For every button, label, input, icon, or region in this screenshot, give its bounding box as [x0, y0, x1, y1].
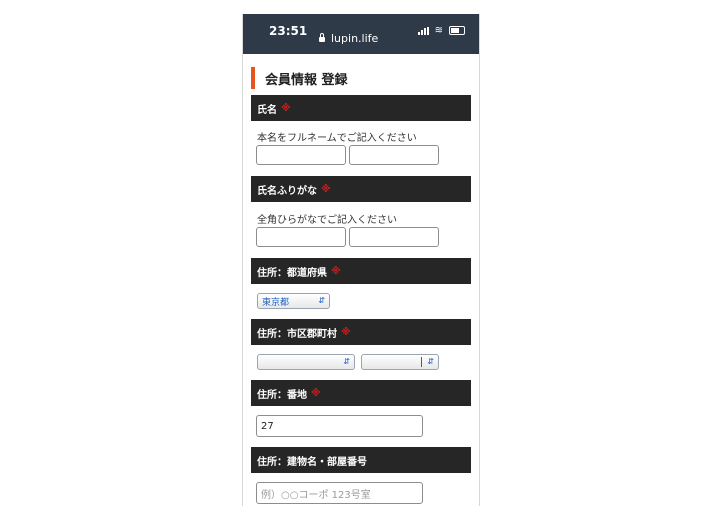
- system-indicators: ≋: [417, 25, 465, 36]
- required-mark: ※: [311, 387, 321, 399]
- kana-hint: 全角ひらがなでご記入ください: [257, 215, 397, 226]
- section-header-prefecture: 住所：都道府県 ※: [251, 258, 471, 284]
- browser-status-bar: 23:51 lupin.life ≋: [243, 14, 479, 54]
- section-header-street: 住所：番地 ※: [251, 380, 471, 406]
- heading-accent-bar: [251, 67, 255, 89]
- required-mark: ※: [321, 183, 331, 195]
- name-hint: 本名をフルネームでご記入ください: [257, 133, 417, 144]
- page-title: 会員情報 登録: [265, 72, 348, 88]
- address-bar[interactable]: lupin.life: [319, 32, 378, 45]
- first-name-input[interactable]: [349, 145, 439, 165]
- signal-icon: [417, 27, 429, 35]
- section-label: 住所：番地: [257, 389, 307, 401]
- last-name-kana-input[interactable]: [256, 227, 346, 247]
- last-name-input[interactable]: [256, 145, 346, 165]
- section-header-kana: 氏名ふりがな ※: [251, 176, 471, 202]
- section-label: 氏名ふりがな: [257, 185, 317, 197]
- section-label: 住所：建物名・部屋番号: [257, 456, 367, 468]
- chevron-updown-icon: ⇵: [343, 357, 350, 366]
- section-label: 氏名: [257, 104, 277, 116]
- prefecture-selected: 東京都: [262, 297, 290, 308]
- page-heading: 会員情報 登録: [251, 66, 348, 90]
- section-header-city: 住所：市区郡町村 ※: [251, 319, 471, 345]
- text-caret: [421, 357, 422, 367]
- city-select[interactable]: ⇵: [257, 354, 355, 370]
- prefecture-select[interactable]: 東京都 ⇵: [257, 293, 330, 309]
- street-address-input[interactable]: 27: [256, 415, 423, 437]
- clock: 23:51: [269, 24, 308, 38]
- section-label: 住所：市区郡町村: [257, 328, 337, 340]
- chevron-updown-icon: ⇵: [427, 357, 434, 366]
- phone-frame: 23:51 lupin.life ≋ 会員情報 登録 氏名 ※ 本名をフルネーム…: [242, 14, 480, 506]
- lock-icon: [319, 33, 325, 42]
- required-mark: ※: [331, 265, 341, 277]
- section-header-name: 氏名 ※: [251, 95, 471, 121]
- first-name-kana-input[interactable]: [349, 227, 439, 247]
- section-label: 住所：都道府県: [257, 267, 327, 279]
- building-input[interactable]: 例）○○コーポ 123号室: [256, 482, 423, 504]
- section-header-building: 住所：建物名・部屋番号: [251, 447, 471, 473]
- chevron-updown-icon: ⇵: [318, 296, 325, 305]
- town-select[interactable]: ⇵: [361, 354, 439, 370]
- required-mark: ※: [281, 102, 291, 114]
- battery-icon: [449, 26, 465, 35]
- wifi-icon: ≋: [434, 25, 443, 36]
- required-mark: ※: [341, 326, 351, 338]
- url-text: lupin.life: [331, 32, 379, 45]
